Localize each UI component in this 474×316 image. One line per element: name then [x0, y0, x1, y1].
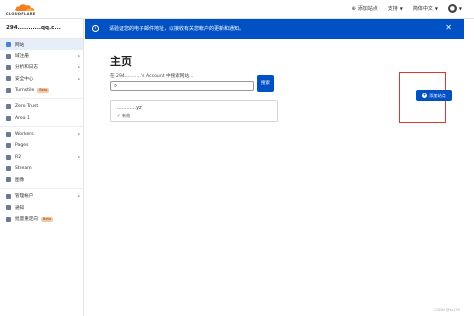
support-label: 支持 — [387, 6, 398, 12]
sidebar-item-notifications[interactable]: 通知 — [0, 202, 83, 213]
redirect-icon — [6, 216, 11, 222]
divider — [0, 97, 83, 99]
sidebar: 294...........qq.c... 网站 域注册 ▸ 分析和日志 ▸ 安… — [0, 19, 84, 316]
sidebar-item-manage-account[interactable]: 管理帐户 ▸ — [0, 191, 83, 202]
verification-banner: i 请验证您的电子邮件地址，以接收有关您帐户的更新和通知。 ✕ — [85, 19, 464, 39]
site-name[interactable]: ............yz — [117, 105, 142, 111]
divider — [0, 125, 83, 127]
cloudflare-logo[interactable]: CLOUDFLARE — [6, 3, 44, 17]
main-content: i 请验证您的电子邮件地址，以接收有关您帐户的更新和通知。 ✕ 主页 在 294… — [85, 19, 464, 316]
banner-text: 请验证您的电子邮件地址，以接收有关您帐户的更新和通知。 — [109, 26, 245, 32]
stream-icon — [6, 166, 11, 172]
r2-icon — [6, 154, 11, 160]
turnstile-icon — [6, 87, 11, 93]
search-button[interactable]: 搜索 — [257, 75, 274, 92]
sidebar-item-label: Zero Trust — [15, 104, 39, 110]
sidebar-item-zero-trust[interactable]: Zero Trust — [0, 101, 83, 112]
add-site-label: 添加站点 — [357, 6, 378, 12]
sidebar-item-label: 批量重定向 — [15, 217, 38, 223]
sidebar-item-websites[interactable]: 网站 — [0, 39, 83, 51]
plus-icon: + — [422, 93, 428, 98]
area-1-icon — [6, 115, 11, 121]
zero-trust-icon — [6, 104, 11, 110]
beta-badge: Beta — [40, 216, 54, 222]
support-menu[interactable]: 支持 ▼ — [388, 5, 403, 12]
sidebar-item-label: Turnstile — [15, 87, 35, 93]
sidebar-item-label: R2 — [15, 154, 22, 160]
analytics-icon — [6, 64, 11, 70]
images-icon — [6, 177, 11, 183]
chevron-right-icon: ▸ — [78, 194, 80, 199]
sidebar-item-turnstile[interactable]: Turnstile Beta — [0, 85, 83, 96]
sidebar-item-domain-registration[interactable]: 域注册 ▸ — [0, 50, 83, 61]
chevron-right-icon: ▸ — [78, 155, 80, 160]
gear-icon — [6, 193, 11, 199]
sidebar-item-security-center[interactable]: 安全中心 ▸ — [0, 73, 83, 84]
chevron-right-icon: ▸ — [78, 132, 80, 137]
user-menu[interactable]: ● ▼ — [447, 4, 462, 13]
cloud-icon — [15, 4, 35, 11]
sidebar-item-label: Pages — [15, 143, 29, 149]
chevron-right-icon: ▸ — [78, 76, 80, 81]
page-title: 主页 — [110, 55, 132, 68]
search-hint: 在 294...........'s Account 中搜索网站... — [110, 74, 194, 79]
sidebar-item-label: 分析和日志 — [15, 65, 38, 71]
account-name[interactable]: 294...........qq.c... — [0, 19, 83, 39]
plus-icon: ⊕ — [351, 5, 356, 12]
watermark: CSDN @ss135 — [434, 308, 460, 312]
sidebar-item-workers[interactable]: Workers ▸ — [0, 129, 83, 140]
sidebar-item-r2[interactable]: R2 ▸ — [0, 152, 83, 163]
add-site-button-label: 添加站点 — [429, 92, 446, 98]
sidebar-item-label: Stream — [15, 166, 32, 172]
language-label: 简体中文 — [412, 6, 433, 12]
chevron-right-icon: ▸ — [78, 65, 80, 70]
sidebar-item-label: Workers — [15, 131, 34, 137]
sidebar-item-label: 管理帐户 — [15, 194, 34, 200]
pages-icon — [6, 143, 11, 149]
user-icon: ● — [447, 4, 457, 13]
search-icon: ⌕ — [114, 83, 118, 89]
sidebar-item-analytics[interactable]: 分析和日志 ▸ — [0, 62, 83, 73]
sidebar-item-label: 通知 — [15, 205, 25, 211]
sidebar-item-label: 安全中心 — [15, 76, 34, 82]
add-site-highlight: + 添加站点 — [399, 72, 452, 123]
beta-badge: Beta — [37, 87, 50, 93]
chevron-right-icon: ▸ — [78, 54, 80, 59]
info-icon: i — [92, 25, 99, 32]
language-menu[interactable]: 简体中文 ▼ — [413, 5, 438, 12]
add-site-button[interactable]: + 添加站点 — [416, 90, 452, 101]
sidebar-item-label: 网站 — [15, 42, 25, 48]
sidebar-item-label: 域注册 — [15, 54, 29, 60]
logo-text: CLOUDFLARE — [6, 12, 36, 16]
site-status: ✓ 有效 — [117, 113, 131, 118]
sidebar-item-stream[interactable]: Stream — [0, 163, 83, 174]
top-actions: ⊕ 添加站点 支持 ▼ 简体中文 ▼ ● ▼ — [352, 4, 462, 13]
workers-icon — [6, 131, 11, 137]
chevron-down-icon: ▼ — [458, 6, 462, 11]
shield-icon — [6, 76, 11, 82]
bell-icon — [6, 205, 11, 211]
sidebar-item-images[interactable]: 图像 — [0, 174, 83, 185]
top-navigation-bar: CLOUDFLARE ⊕ 添加站点 支持 ▼ 简体中文 ▼ ● ▼ — [0, 0, 474, 19]
sidebar-item-area-1[interactable]: Area 1 — [0, 112, 83, 123]
websites-icon — [6, 42, 11, 48]
close-icon[interactable]: ✕ — [445, 23, 452, 33]
domain-icon — [6, 53, 11, 59]
divider — [0, 187, 83, 189]
search-input[interactable]: ⌕ — [110, 81, 254, 91]
sidebar-item-label: Area 1 — [15, 115, 30, 121]
add-site-link[interactable]: ⊕ 添加站点 — [351, 5, 378, 13]
sidebar-item-label: 图像 — [15, 177, 25, 183]
sidebar-item-bulk-redirects[interactable]: 批量重定向 Beta — [0, 213, 83, 224]
site-card[interactable]: ............yz ✓ 有效 — [110, 100, 278, 122]
chevron-down-icon: ▼ — [434, 6, 438, 11]
chevron-down-icon: ▼ — [399, 6, 403, 11]
sidebar-item-pages[interactable]: Pages — [0, 140, 83, 151]
